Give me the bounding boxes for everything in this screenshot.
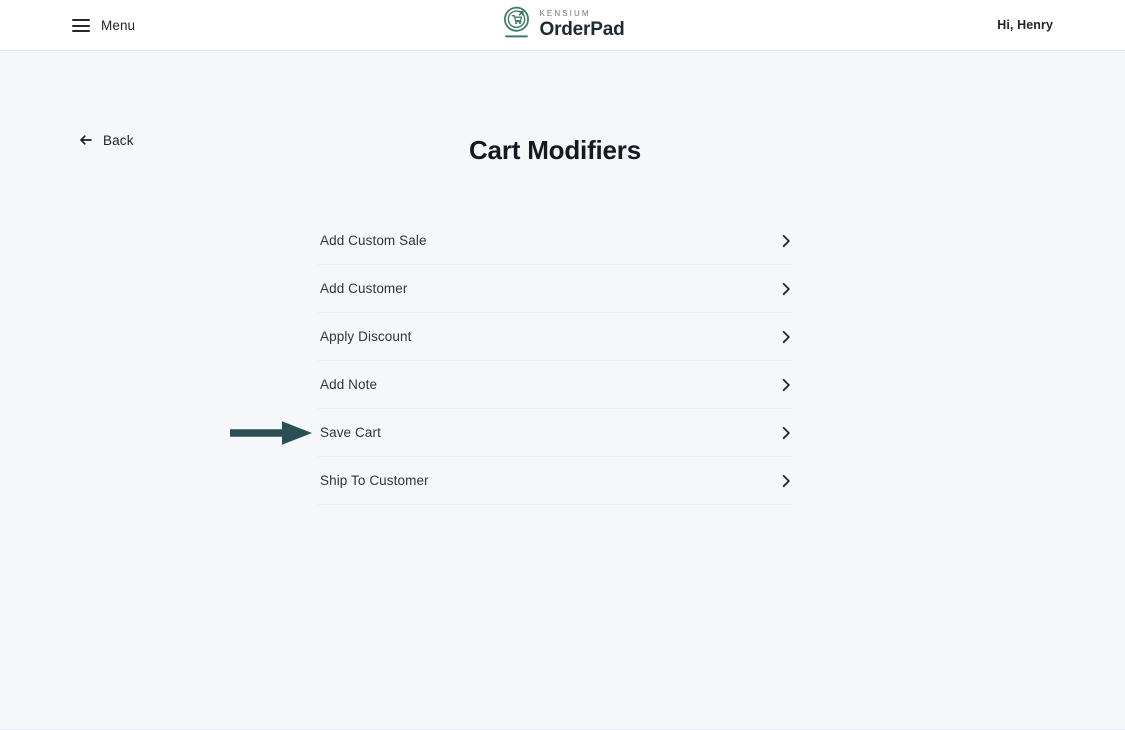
list-item-apply-discount[interactable]: Apply Discount bbox=[318, 313, 793, 361]
brand-text: KENSIUM OrderPad bbox=[540, 8, 625, 39]
chevron-right-icon bbox=[782, 330, 790, 343]
chevron-right-icon bbox=[782, 474, 790, 487]
list-item-label: Add Custom Sale bbox=[320, 233, 427, 248]
menu-button[interactable]: Menu bbox=[72, 0, 135, 51]
brand-name: OrderPad bbox=[539, 18, 625, 40]
list-item-label: Add Customer bbox=[320, 281, 408, 296]
brand-eyebrow: KENSIUM bbox=[539, 8, 591, 18]
orderpad-app-window: Menu KENSIUM OrderPad Hi, Henry Back Car… bbox=[0, 0, 1125, 730]
menu-button-label: Menu bbox=[101, 18, 136, 33]
chevron-right-icon bbox=[782, 282, 790, 295]
list-item-add-note[interactable]: Add Note bbox=[318, 361, 793, 409]
cart-modifiers-list: Add Custom Sale Add Customer Apply Disco… bbox=[318, 217, 793, 505]
app-header: Menu KENSIUM OrderPad Hi, Henry bbox=[0, 0, 1125, 51]
pointer-arrow-right-icon bbox=[230, 421, 312, 445]
chevron-right-icon bbox=[782, 426, 790, 439]
list-item-add-customer[interactable]: Add Customer bbox=[318, 265, 793, 313]
list-item-label: Ship To Customer bbox=[320, 473, 429, 488]
chevron-right-icon bbox=[782, 378, 790, 391]
list-item-ship-to-customer[interactable]: Ship To Customer bbox=[318, 457, 793, 505]
list-item-add-custom-sale[interactable]: Add Custom Sale bbox=[318, 217, 793, 265]
hamburger-icon bbox=[72, 19, 90, 32]
list-item-label: Save Cart bbox=[320, 425, 381, 440]
list-item-label: Apply Discount bbox=[320, 329, 412, 344]
list-item-label: Add Note bbox=[320, 377, 378, 392]
list-item-save-cart[interactable]: Save Cart bbox=[318, 409, 793, 457]
page-content: Back Cart Modifiers Add Custom Sale Add … bbox=[0, 51, 1125, 729]
brand-logo[interactable]: KENSIUM OrderPad bbox=[501, 4, 625, 42]
orderpad-cart-circle-logo-icon bbox=[503, 6, 529, 38]
user-greeting[interactable]: Hi, Henry bbox=[997, 18, 1053, 32]
chevron-right-icon bbox=[782, 234, 790, 247]
page-title: Cart Modifiers bbox=[468, 135, 641, 165]
